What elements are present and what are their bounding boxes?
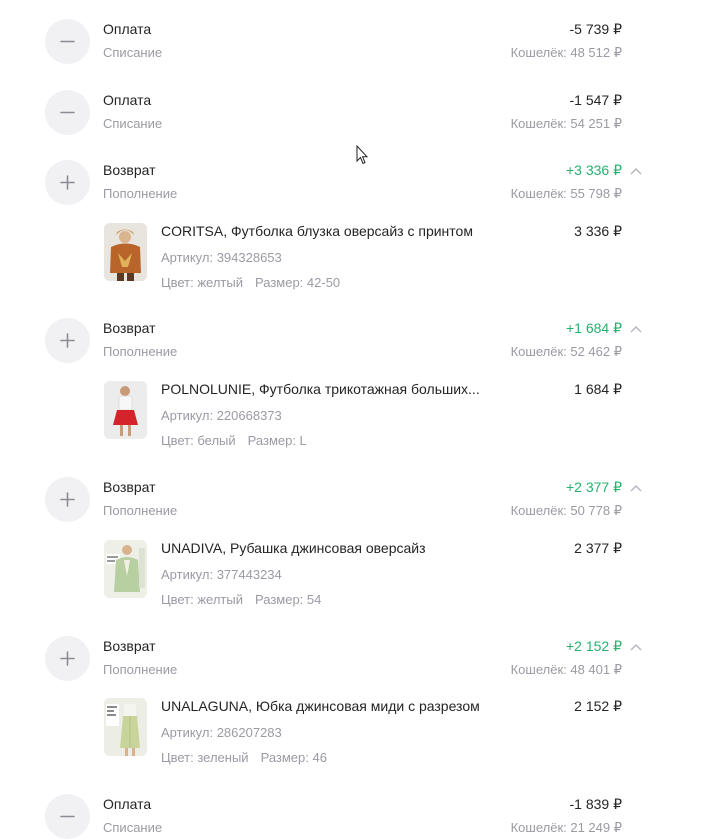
wallet-balance: Кошелёк: 55 798 ₽ xyxy=(510,186,622,201)
chevron-up-icon[interactable] xyxy=(629,483,643,493)
mouse-cursor-icon xyxy=(356,145,368,165)
product-image xyxy=(104,381,147,439)
transaction-amount: +1 684 ₽ xyxy=(565,320,622,336)
chevron-up-icon[interactable] xyxy=(629,642,643,652)
transaction-subtype: Пополнение xyxy=(103,344,178,359)
product-size: Размер: 42-50 xyxy=(255,275,341,290)
transaction-amount: -5 739 ₽ xyxy=(569,21,623,37)
transaction-row[interactable]: Возврат Пополнение +2 152 ₽ Кошелёк: 48 … xyxy=(0,636,728,686)
transaction-subtype: Пополнение xyxy=(103,503,178,518)
minus-icon xyxy=(45,794,90,839)
minus-icon xyxy=(45,19,90,64)
transaction-type: Возврат xyxy=(103,320,156,336)
return-item[interactable]: CORITSA, Футболка блузка оверсайз с прин… xyxy=(0,223,728,293)
transaction-amount: -1 547 ₽ xyxy=(569,92,623,108)
transaction-subtype: Списание xyxy=(103,116,163,131)
transaction-row[interactable]: Оплата Списание -1 839 ₽ Кошелёк: 21 249… xyxy=(0,794,728,839)
product-image xyxy=(104,698,147,756)
transaction-type: Возврат xyxy=(103,638,156,654)
plus-icon xyxy=(45,160,90,205)
product-image xyxy=(104,540,147,598)
return-item[interactable]: POLNOLUNIE, Футболка трикотажная больших… xyxy=(0,381,728,451)
product-price: 2 377 ₽ xyxy=(574,540,622,556)
transaction-subtype: Списание xyxy=(103,45,163,60)
product-article: Артикул: 220668373 xyxy=(161,408,282,423)
product-color: Цвет: желтый xyxy=(161,592,243,607)
transaction-type: Возврат xyxy=(103,479,156,495)
product-color: Цвет: зеленый xyxy=(161,750,249,765)
product-name[interactable]: UNALAGUNA, Юбка джинсовая миди с разрезо… xyxy=(161,698,497,714)
wallet-balance: Кошелёк: 21 249 ₽ xyxy=(510,820,622,835)
transaction-type: Оплата xyxy=(103,796,152,812)
product-image xyxy=(104,223,147,281)
transaction-type: Оплата xyxy=(103,21,152,37)
product-name[interactable]: POLNOLUNIE, Футболка трикотажная больших… xyxy=(161,381,497,397)
product-attributes: Цвет: желтый Размер: 42-50 xyxy=(161,275,340,290)
return-item[interactable]: UNALAGUNA, Юбка джинсовая миди с разрезо… xyxy=(0,698,728,768)
wallet-balance: Кошелёк: 54 251 ₽ xyxy=(510,116,622,131)
product-size: Размер: 46 xyxy=(260,750,327,765)
transaction-subtype: Списание xyxy=(103,820,163,835)
wallet-balance: Кошелёк: 50 778 ₽ xyxy=(510,503,622,518)
product-color: Цвет: желтый xyxy=(161,275,243,290)
chevron-up-icon[interactable] xyxy=(629,166,643,176)
product-article: Артикул: 286207283 xyxy=(161,725,282,740)
transaction-row[interactable]: Оплата Списание -1 547 ₽ Кошелёк: 54 251… xyxy=(0,90,728,140)
product-size: Размер: 54 xyxy=(255,592,322,607)
transaction-amount: -1 839 ₽ xyxy=(569,796,623,812)
plus-icon xyxy=(45,318,90,363)
transaction-row[interactable]: Возврат Пополнение +2 377 ₽ Кошелёк: 50 … xyxy=(0,477,728,527)
transaction-row[interactable]: Возврат Пополнение +1 684 ₽ Кошелёк: 52 … xyxy=(0,318,728,368)
transaction-amount: +2 152 ₽ xyxy=(565,638,622,654)
wallet-balance: Кошелёк: 52 462 ₽ xyxy=(510,344,622,359)
transaction-amount: +3 336 ₽ xyxy=(565,162,622,178)
product-attributes: Цвет: белый Размер: L xyxy=(161,433,307,448)
wallet-balance: Кошелёк: 48 512 ₽ xyxy=(510,45,622,60)
minus-icon xyxy=(45,90,90,135)
plus-icon xyxy=(45,636,90,681)
transaction-subtype: Пополнение xyxy=(103,186,178,201)
product-attributes: Цвет: зеленый Размер: 46 xyxy=(161,750,327,765)
product-price: 3 336 ₽ xyxy=(574,223,622,239)
product-article: Артикул: 377443234 xyxy=(161,567,282,582)
product-name[interactable]: CORITSA, Футболка блузка оверсайз с прин… xyxy=(161,223,497,239)
product-article: Артикул: 394328653 xyxy=(161,250,282,265)
product-attributes: Цвет: желтый Размер: 54 xyxy=(161,592,321,607)
product-color: Цвет: белый xyxy=(161,433,236,448)
product-name[interactable]: UNADIVA, Рубашка джинсовая оверсайз xyxy=(161,540,497,556)
transaction-type: Оплата xyxy=(103,92,152,108)
return-item[interactable]: UNADIVA, Рубашка джинсовая оверсайз Арти… xyxy=(0,540,728,610)
transaction-type: Возврат xyxy=(103,162,156,178)
transaction-row[interactable]: Возврат Пополнение +3 336 ₽ Кошелёк: 55 … xyxy=(0,160,728,210)
product-price: 2 152 ₽ xyxy=(574,698,622,714)
transaction-row[interactable]: Оплата Списание -5 739 ₽ Кошелёк: 48 512… xyxy=(0,19,728,69)
transaction-subtype: Пополнение xyxy=(103,662,178,677)
wallet-balance: Кошелёк: 48 401 ₽ xyxy=(510,662,622,677)
plus-icon xyxy=(45,477,90,522)
product-price: 1 684 ₽ xyxy=(574,381,622,397)
chevron-up-icon[interactable] xyxy=(629,324,643,334)
transaction-amount: +2 377 ₽ xyxy=(565,479,622,495)
product-size: Размер: L xyxy=(247,433,307,448)
